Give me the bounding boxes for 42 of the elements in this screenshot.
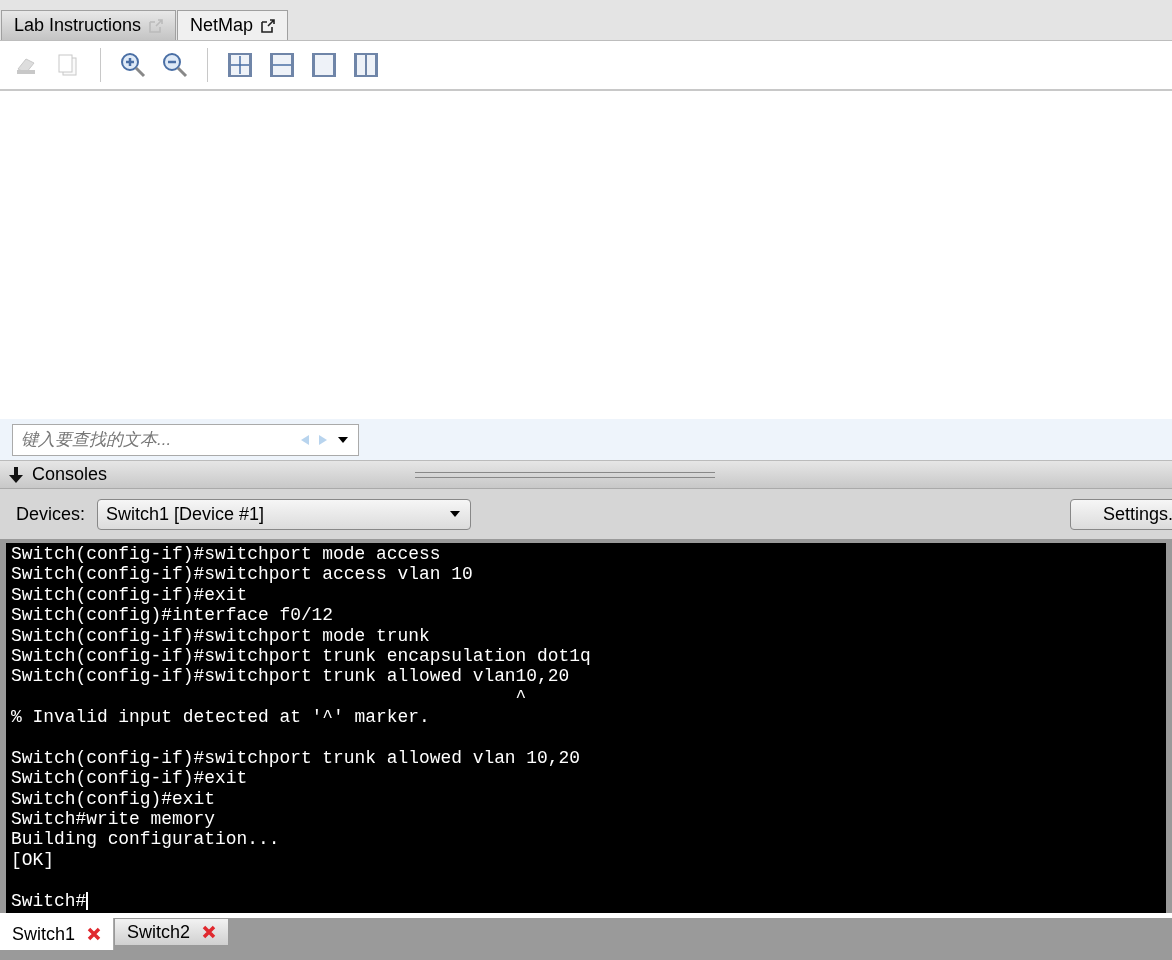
dropdown-icon[interactable] [336, 434, 350, 445]
terminal-line: ^ [514, 686, 527, 708]
terminal-line: [OK] [11, 849, 54, 871]
console-tab[interactable]: Switch2 [114, 918, 230, 946]
close-icon[interactable] [202, 925, 217, 939]
terminal-line: Switch(config)#exit [11, 788, 215, 810]
terminal-line: Switch(config)#interface f0/12 [11, 605, 334, 626]
tab[interactable]: Lab Instructions [1, 10, 177, 40]
arrow-down-icon [8, 465, 24, 484]
device-dropdown[interactable]: Switch1 [Device #1] [97, 498, 472, 530]
single-page-icon[interactable] [310, 51, 338, 79]
dropdown-icon [448, 509, 463, 519]
panel-title: Consoles [32, 463, 108, 486]
two-page-icon[interactable] [352, 51, 380, 79]
zoom-in-icon[interactable] [119, 51, 147, 79]
terminal[interactable] [6, 543, 1166, 913]
terminal-line: Switch(config-if)#exit [11, 768, 248, 789]
terminal-line: Switch# [11, 890, 87, 912]
terminal-line: Switch(config-if)#switchport trunk allowed vlan10,20 [11, 666, 570, 687]
terminal-line: Switch(config-if)#switchport access vlan 10 [11, 564, 473, 585]
external-link-icon [261, 18, 276, 33]
settings-button[interactable]: Settings. [1070, 498, 1172, 530]
terminal-line: Switch#write memory [11, 809, 215, 830]
close-icon[interactable] [87, 927, 102, 941]
fit-page-icon[interactable] [226, 51, 254, 79]
terminal-line: Building configuration... [11, 829, 280, 850]
terminal-line: % Invalid input detected at '^' marker. [11, 707, 430, 728]
console-tab[interactable]: Switch1 [0, 918, 115, 950]
zoom-out-icon[interactable] [161, 51, 189, 79]
terminal-line: Switch(config-if)#switchport mode access [11, 544, 441, 565]
tab[interactable]: NetMap [177, 10, 289, 40]
terminal-line: Switch(config-if)#switchport trunk encapsulation dot1q [11, 645, 591, 667]
external-link-icon [149, 18, 164, 33]
search-bar[interactable]: 键入要查找的文本... [12, 423, 359, 456]
search-field[interactable]: 键入要查找的文本... [21, 426, 292, 453]
consoles-header[interactable]: Consoles [0, 461, 1172, 489]
terminal-line: Switch(config-if)#exit [11, 584, 248, 606]
fit-width-icon[interactable] [268, 51, 296, 79]
terminal-line: Switch(config-if)#switchport trunk allowed vlan 10,20 [11, 747, 580, 769]
devices-label: Devices: [16, 502, 86, 526]
text-cursor [86, 891, 89, 910]
terminal-line: Switch(config-if)#switchport mode trunk [11, 625, 430, 646]
